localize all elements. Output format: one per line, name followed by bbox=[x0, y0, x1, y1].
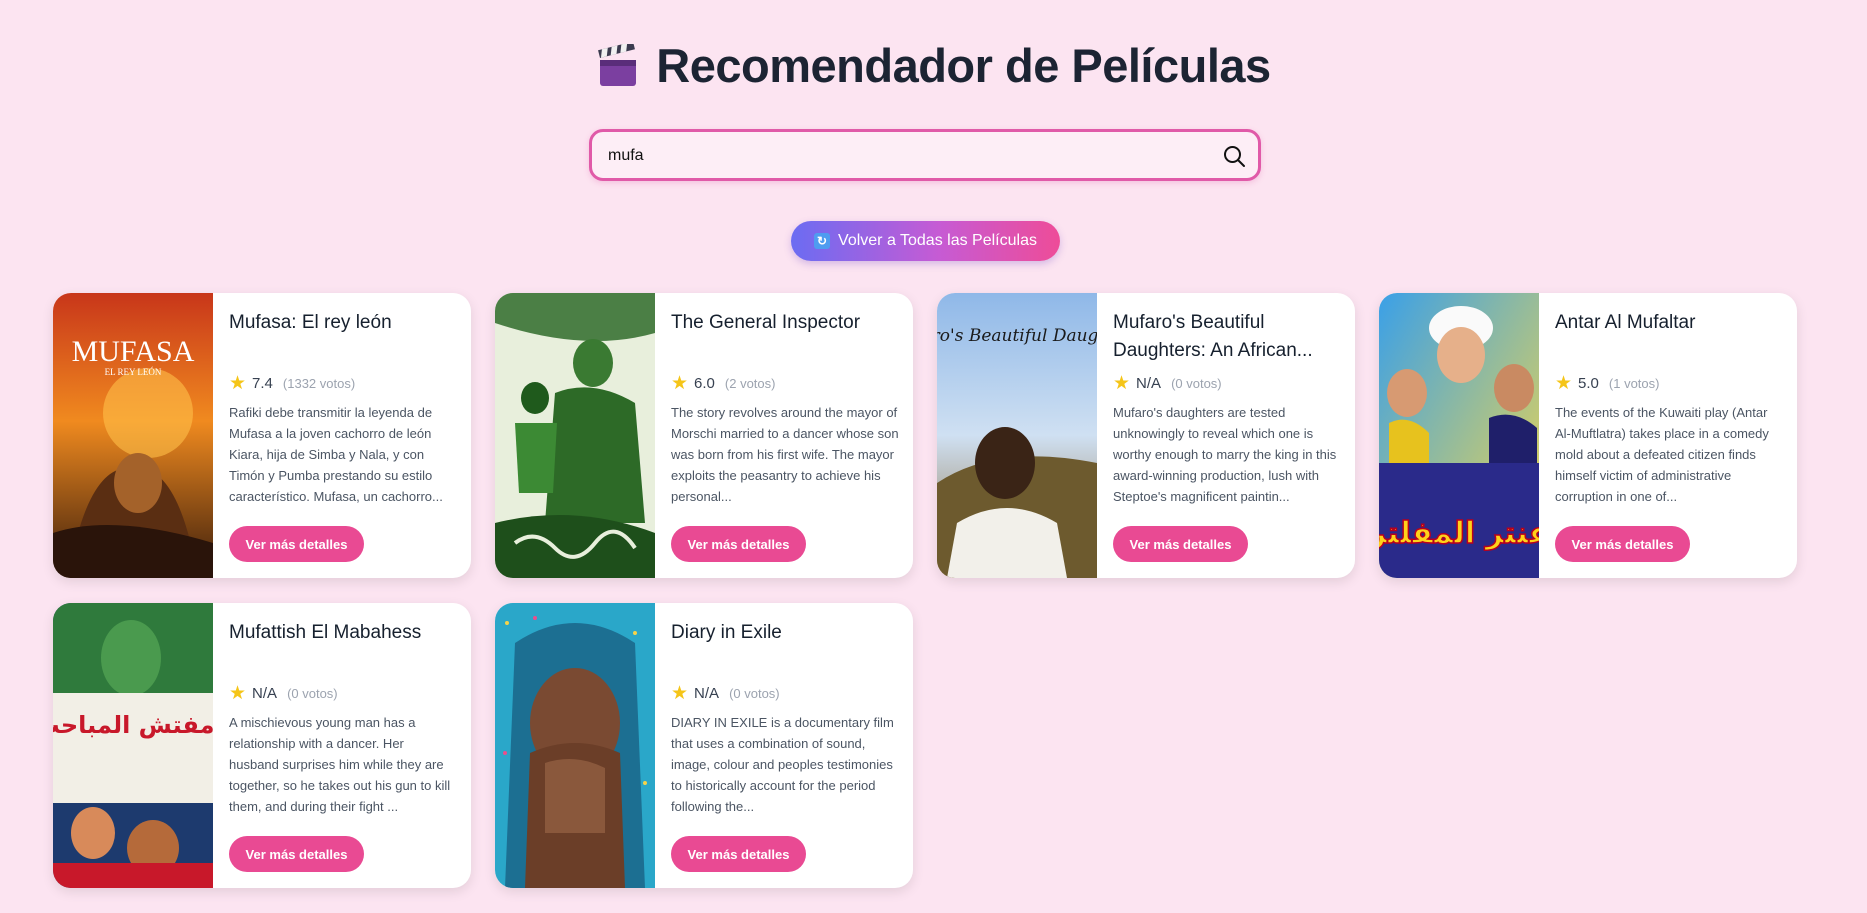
rating: ★ N/A (0 votos) bbox=[1113, 373, 1341, 393]
movie-card: Mufaro's Beautiful Daughters Mufaro's Be… bbox=[937, 293, 1355, 578]
poster-title-text: Mufaro's Beautiful Daughters bbox=[937, 326, 1097, 346]
movie-card: عنتر المفلتر Antar Al Mufaltar ★ 5.0 (1 … bbox=[1379, 293, 1797, 578]
rating-value: 6.0 bbox=[694, 374, 715, 392]
vote-count: (0 votos) bbox=[1171, 375, 1222, 391]
movie-card: MUFASA EL REY LEÓN Mufasa: El rey león ★… bbox=[53, 293, 471, 578]
star-icon: ★ bbox=[671, 682, 689, 704]
movie-description: DIARY IN EXILE is a documentary film tha… bbox=[671, 715, 894, 814]
movie-description: The story revolves around the mayor of M… bbox=[671, 405, 899, 504]
movie-card: Diary in Exile ★ N/A (0 votos) DIARY IN … bbox=[495, 603, 913, 888]
page-title-text: Recomendador de Películas bbox=[656, 39, 1271, 92]
poster-subtitle-text: EL REY LEÓN bbox=[105, 367, 162, 377]
vote-count: (1332 votos) bbox=[282, 375, 356, 391]
movie-title: Mufasa: El rey león bbox=[229, 312, 392, 333]
rating: ★ N/A (0 votos) bbox=[671, 683, 899, 703]
movie-card: مفتش المباحث Mufattish El Mabahess ★ N/A… bbox=[53, 603, 471, 888]
view-details-button[interactable]: Ver más detalles bbox=[1555, 526, 1690, 562]
movie-title: The General Inspector bbox=[671, 312, 861, 333]
page-title: Recomendador de Películas bbox=[596, 38, 1271, 93]
movie-poster[interactable] bbox=[495, 603, 655, 888]
search-icon[interactable] bbox=[1222, 144, 1246, 168]
rating-value: N/A bbox=[1136, 374, 1162, 392]
movie-title: Mufaro's Beautiful Daughters: An African… bbox=[1113, 312, 1313, 361]
star-icon: ★ bbox=[1555, 372, 1573, 394]
page-header: Recomendador de Películas bbox=[0, 38, 1867, 93]
movie-title: Antar Al Mufaltar bbox=[1555, 312, 1696, 333]
rating: ★ N/A (0 votos) bbox=[229, 683, 457, 703]
rating-value: N/A bbox=[694, 684, 720, 702]
rating: ★ 7.4 (1332 votos) bbox=[229, 373, 457, 393]
vote-count: (0 votos) bbox=[729, 685, 780, 701]
search-input[interactable] bbox=[606, 132, 1190, 180]
movie-description: Mufaro's daughters are tested unknowingl… bbox=[1113, 405, 1337, 504]
refresh-icon: ↻ bbox=[814, 233, 831, 249]
movie-title: Mufattish El Mabahess bbox=[229, 622, 422, 643]
rating: ★ 6.0 (2 votos) bbox=[671, 373, 899, 393]
rating-value: N/A bbox=[252, 684, 278, 702]
view-details-button[interactable]: Ver más detalles bbox=[671, 526, 806, 562]
star-icon: ★ bbox=[671, 372, 689, 394]
star-icon: ★ bbox=[1113, 372, 1131, 394]
search-box bbox=[589, 129, 1261, 181]
movie-poster[interactable]: MUFASA EL REY LEÓN bbox=[53, 293, 213, 578]
poster-title-text: مفتش المباحث bbox=[53, 711, 213, 739]
view-details-button[interactable]: Ver más detalles bbox=[229, 836, 364, 872]
movie-poster[interactable]: عنتر المفلتر bbox=[1379, 293, 1539, 578]
rating-value: 5.0 bbox=[1578, 374, 1599, 392]
back-button-label: Volver a Todas las Películas bbox=[838, 232, 1037, 249]
vote-count: (1 votos) bbox=[1608, 375, 1660, 391]
back-to-all-movies-button[interactable]: ↻ Volver a Todas las Películas bbox=[791, 221, 1060, 261]
vote-count: (2 votos) bbox=[724, 375, 776, 391]
movie-description: Rafiki debe transmitir la leyenda de Muf… bbox=[229, 405, 443, 504]
poster-title-text: MUFASA bbox=[72, 335, 195, 368]
clapperboard-icon bbox=[598, 43, 637, 86]
movie-poster[interactable]: Mufaro's Beautiful Daughters bbox=[937, 293, 1097, 578]
star-icon: ★ bbox=[229, 682, 247, 704]
rating: ★ 5.0 (1 votos) bbox=[1555, 373, 1783, 393]
movie-description: The events of the Kuwaiti play (Antar Al… bbox=[1555, 405, 1769, 504]
movie-poster[interactable]: مفتش المباحث bbox=[53, 603, 213, 888]
star-icon: ★ bbox=[229, 372, 247, 394]
movie-card: The General Inspector ★ 6.0 (2 votos) Th… bbox=[495, 293, 913, 578]
rating-value: 7.4 bbox=[252, 374, 273, 392]
movie-title: Diary in Exile bbox=[671, 622, 782, 643]
view-details-button[interactable]: Ver más detalles bbox=[1113, 526, 1248, 562]
vote-count: (0 votos) bbox=[287, 685, 338, 701]
movie-poster[interactable] bbox=[495, 293, 655, 578]
movie-description: A mischievous young man has a relationsh… bbox=[229, 715, 451, 814]
view-details-button[interactable]: Ver más detalles bbox=[671, 836, 806, 872]
view-details-button[interactable]: Ver más detalles bbox=[229, 526, 364, 562]
poster-title-text: عنتر المفلتر bbox=[1379, 516, 1539, 551]
